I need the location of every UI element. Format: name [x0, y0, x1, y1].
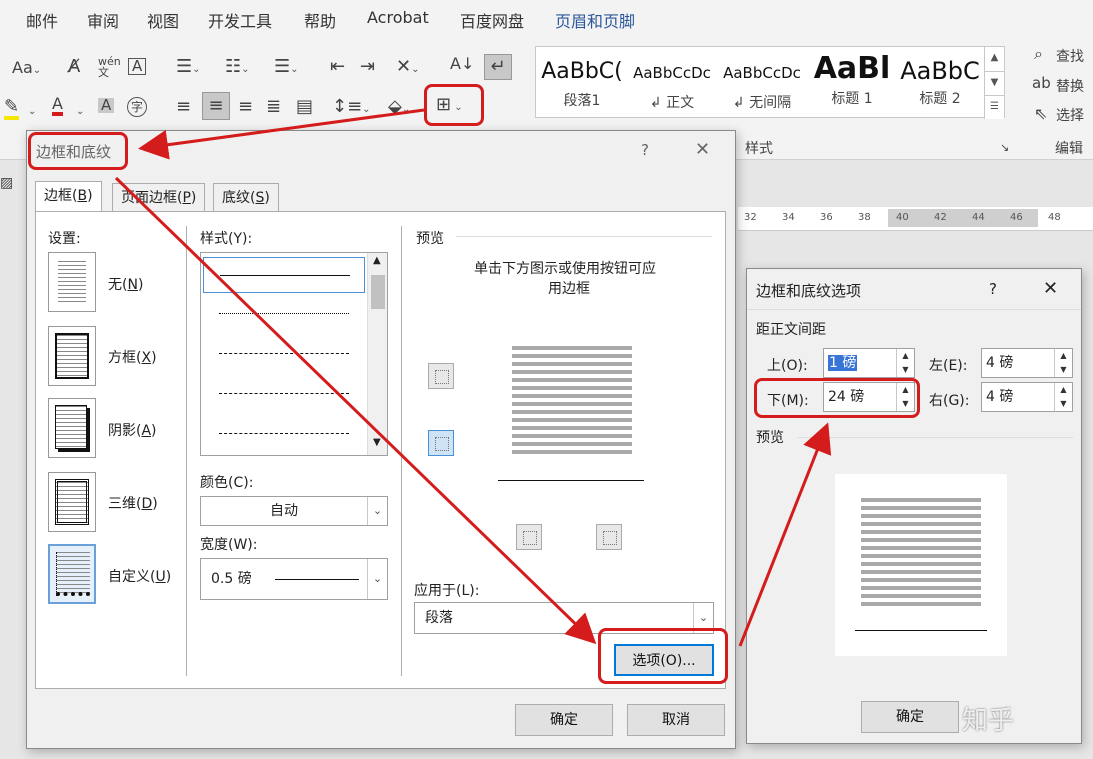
- arrow-to-spacing: [738, 422, 832, 647]
- tab-borders[interactable]: 边框(B): [35, 181, 102, 211]
- arrow-to-options: [114, 176, 597, 645]
- arrow-to-dialog: [138, 108, 425, 160]
- annotation-arrows: [114, 108, 832, 647]
- watermark: 知乎: [962, 706, 1015, 736]
